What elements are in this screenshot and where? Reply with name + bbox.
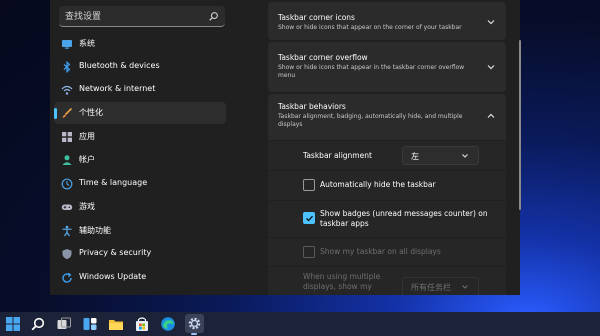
multi-display-dropdown[interactable]: 所有任务栏 — [402, 277, 479, 295]
sidebar-item-accounts[interactable]: 帐户 — [54, 149, 226, 171]
chevron-down-icon — [462, 285, 468, 289]
multi-display-label: When using multiple displays, show my — [303, 272, 381, 291]
sidebar-item-label: Network & internet — [79, 84, 156, 93]
taskbar-alignment-dropdown[interactable]: 左 — [402, 146, 479, 165]
show-badges-label: Show badges (unread messages counter) on… — [320, 209, 488, 228]
chevron-down-icon[interactable] — [486, 17, 496, 27]
sidebar-item-label: Windows Update — [79, 272, 147, 281]
edge-icon[interactable] — [160, 316, 176, 332]
auto-hide-label: Automatically hide the taskbar — [320, 180, 436, 189]
sidebar-item-apps[interactable]: 应用 — [54, 126, 226, 148]
person-icon — [62, 155, 72, 165]
sidebar-item-personalization[interactable]: 个性化 — [54, 102, 226, 124]
sidebar-item-label: 个性化 — [79, 108, 103, 117]
sidebar-item-label: 应用 — [79, 132, 95, 141]
sidebar-item-network[interactable]: Network & internet — [54, 79, 226, 101]
bluetooth-icon — [63, 61, 71, 73]
update-icon — [62, 272, 72, 283]
multi-display-row: When using multiple displays, show my 所有… — [268, 267, 506, 295]
all-displays-checkbox[interactable] — [303, 246, 315, 258]
card-description: Show or hide icons that appear in the ta… — [278, 64, 465, 79]
sidebar-item-accessibility[interactable]: 辅助功能 — [54, 220, 226, 242]
apps-icon — [62, 132, 72, 142]
card-title: Taskbar corner overflow — [278, 53, 368, 62]
sidebar-item-label: 系统 — [79, 39, 95, 48]
settings-taskbar-button[interactable] — [185, 314, 204, 333]
card-title: Taskbar corner icons — [278, 13, 355, 22]
taskbar-behaviors-card[interactable]: Taskbar behaviors Taskbar alignment, bad… — [268, 94, 506, 140]
sidebar: 系统 Bluetooth & devices Network & interne… — [50, 0, 230, 295]
start-icon[interactable] — [5, 316, 21, 332]
card-title: Taskbar behaviors — [278, 102, 346, 111]
sidebar-item-windows-update[interactable]: Windows Update — [54, 267, 226, 289]
show-badges-checkbox[interactable] — [303, 212, 315, 224]
search-input[interactable] — [65, 8, 195, 25]
dropdown-value: 左 — [411, 152, 419, 161]
widgets-icon[interactable] — [82, 316, 98, 332]
gamepad-icon — [61, 204, 73, 210]
sidebar-item-label: 游戏 — [79, 202, 95, 211]
task-view-icon[interactable] — [56, 316, 72, 332]
sidebar-item-bluetooth[interactable]: Bluetooth & devices — [54, 56, 226, 78]
card-description: Taskbar alignment, badging, automaticall… — [278, 113, 463, 128]
auto-hide-row: Automatically hide the taskbar — [268, 171, 506, 200]
search-icon[interactable] — [208, 11, 219, 22]
shield-icon — [62, 249, 72, 260]
settings-content: Taskbar corner icons Show or hide icons … — [268, 0, 506, 295]
sidebar-item-label: Bluetooth & devices — [79, 61, 160, 70]
auto-hide-checkbox[interactable] — [303, 179, 315, 191]
checkmark-icon — [306, 215, 313, 222]
search-box[interactable] — [59, 6, 225, 27]
all-displays-row: Show my taskbar on all displays — [268, 238, 506, 266]
globe-clock-icon — [61, 178, 73, 190]
chevron-down-icon[interactable] — [486, 62, 496, 72]
scrollbar[interactable] — [519, 40, 521, 210]
sidebar-item-gaming[interactable]: 游戏 — [54, 196, 226, 218]
wifi-icon — [61, 85, 73, 95]
settings-icon — [188, 317, 201, 330]
taskbar-corner-icons-card[interactable]: Taskbar corner icons Show or hide icons … — [268, 2, 506, 40]
settings-window: 系统 Bluetooth & devices Network & interne… — [50, 0, 520, 295]
taskbar-corner-overflow-card[interactable]: Taskbar corner overflow Show or hide ico… — [268, 42, 506, 92]
dropdown-value: 所有任务栏 — [411, 283, 451, 292]
sidebar-item-label: Time & language — [79, 178, 148, 187]
card-description: Show or hide icons that appear on the co… — [278, 24, 462, 31]
sidebar-item-privacy[interactable]: Privacy & security — [54, 243, 226, 265]
sidebar-item-label: 帐户 — [79, 155, 95, 164]
file-explorer-icon[interactable] — [108, 316, 124, 332]
show-badges-row: Show badges (unread messages counter) on… — [268, 201, 506, 237]
chevron-up-icon[interactable] — [486, 111, 496, 121]
active-app-indicator — [191, 333, 197, 335]
accessibility-icon — [62, 225, 72, 237]
sidebar-item-system[interactable]: 系统 — [54, 33, 226, 55]
sidebar-item-label: 辅助功能 — [79, 226, 111, 235]
taskbar-alignment-label: Taskbar alignment — [303, 151, 372, 160]
taskbar-alignment-row: Taskbar alignment 左 — [268, 141, 506, 170]
sidebar-item-label: Privacy & security — [79, 248, 152, 257]
all-displays-label: Show my taskbar on all displays — [320, 247, 441, 256]
sidebar-item-time-language[interactable]: Time & language — [54, 173, 226, 195]
chevron-down-icon — [462, 154, 468, 158]
search-icon[interactable] — [30, 316, 46, 332]
taskbar — [0, 312, 600, 336]
store-icon[interactable] — [134, 316, 150, 332]
brush-icon — [62, 107, 73, 118]
display-icon — [62, 40, 72, 49]
